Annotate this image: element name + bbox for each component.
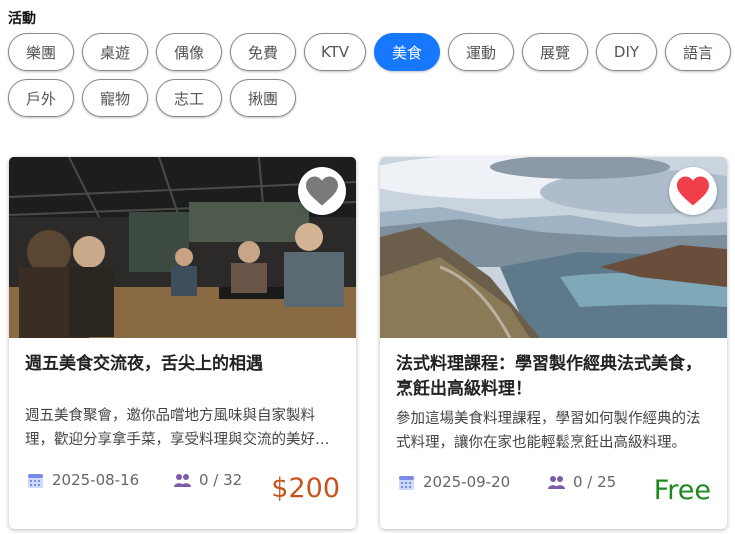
attendee-count: 0 / 32 xyxy=(199,471,243,489)
category-filter: 樂團 桌遊 偶像 免費 KTV 美食 運動 展覽 DIY 語言 戶外 寵物 志工… xyxy=(8,33,735,125)
event-title[interactable]: 法式料理課程：學習製作經典法式美食，烹飪出高級料理！ xyxy=(396,352,713,402)
calendar-icon xyxy=(399,475,414,490)
event-card[interactable]: 法式料理課程：學習製作經典法式美食，烹飪出高級料理！ 參加這場美食料理課程，學習… xyxy=(380,157,727,529)
event-date: 2025-09-20 xyxy=(398,473,510,491)
event-date-text: 2025-09-20 xyxy=(423,473,511,491)
category-chip[interactable]: KTV xyxy=(304,33,366,71)
event-description: 參加這場美食料理課程，學習如何製作經典的法式料理，讓你在家也能輕鬆烹飪出高級料理… xyxy=(396,411,701,451)
favorite-button[interactable] xyxy=(669,167,717,215)
people-icon xyxy=(174,473,191,487)
category-row-1: 樂團 桌遊 偶像 免費 KTV 美食 運動 展覽 DIY 語言 xyxy=(8,33,735,71)
heart-icon xyxy=(306,176,338,206)
event-attendees: 0 / 32 xyxy=(174,471,242,489)
heart-icon xyxy=(677,176,709,206)
attendee-count: 0 / 25 xyxy=(573,473,617,491)
category-chip[interactable]: 揪團 xyxy=(230,79,296,117)
category-chip[interactable]: 志工 xyxy=(156,79,222,117)
category-chip[interactable]: 桌遊 xyxy=(82,33,148,71)
event-price: $200 xyxy=(271,473,340,504)
event-price: Free xyxy=(653,475,711,506)
category-chip-active[interactable]: 美食 xyxy=(374,33,440,71)
event-date-text: 2025-08-16 xyxy=(52,471,140,489)
category-chip[interactable]: 運動 xyxy=(448,33,514,71)
event-image xyxy=(9,157,356,338)
category-chip[interactable]: 語言 xyxy=(665,33,731,71)
calendar-icon xyxy=(28,473,43,488)
event-card[interactable]: 週五美食交流夜，舌尖上的相遇 週五美食聚會，邀你品嚐地方風味與自家製料理，歡迎分… xyxy=(9,157,356,529)
category-chip[interactable]: 戶外 xyxy=(8,79,74,117)
event-date: 2025-08-16 xyxy=(27,471,139,489)
category-chip[interactable]: 寵物 xyxy=(82,79,148,117)
category-chip[interactable]: 偶像 xyxy=(156,33,222,71)
category-chip[interactable]: DIY xyxy=(596,33,657,71)
favorite-button[interactable] xyxy=(298,167,346,215)
category-chip[interactable]: 展覽 xyxy=(522,33,588,71)
category-chip[interactable]: 樂團 xyxy=(8,33,74,71)
event-attendees: 0 / 25 xyxy=(548,473,616,491)
people-icon xyxy=(548,475,565,489)
section-title: 活動 xyxy=(8,11,36,27)
event-description: 週五美食聚會，邀你品嚐地方風味與自家製料理，歡迎分享拿手菜，享受料理與交流的美好… xyxy=(25,408,330,448)
event-image xyxy=(380,157,727,338)
event-title[interactable]: 週五美食交流夜，舌尖上的相遇 xyxy=(25,352,342,377)
category-row-2: 戶外 寵物 志工 揪團 xyxy=(8,79,735,117)
category-chip[interactable]: 免費 xyxy=(230,33,296,71)
